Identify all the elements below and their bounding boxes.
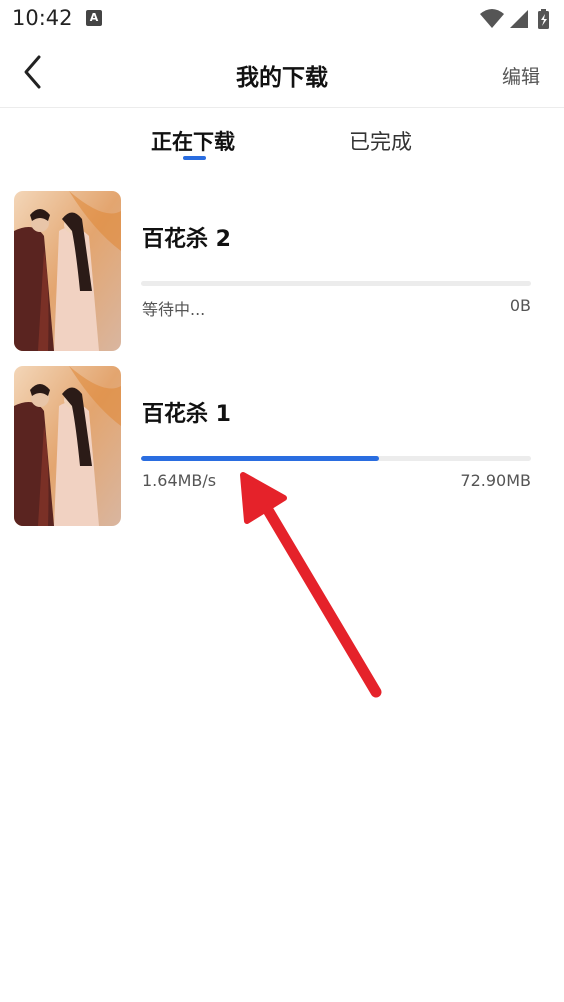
download-progress-bar [141, 456, 531, 461]
status-bar: 10:42 A [0, 0, 564, 38]
tab-completed[interactable]: 已完成 [349, 126, 412, 156]
download-size: 72.90MB [460, 471, 531, 490]
battery-icon [538, 9, 549, 29]
tab-downloading[interactable]: 正在下载 [151, 126, 235, 156]
page-title: 我的下载 [236, 65, 328, 91]
download-speed: 1.64MB/s [142, 471, 217, 490]
status-time: 10:42 [12, 6, 73, 30]
poster-image [14, 366, 121, 526]
download-size: 0B [509, 296, 531, 315]
poster-image [14, 191, 121, 351]
tab-active-indicator [183, 156, 206, 160]
header: 我的下载 编辑 [0, 38, 564, 108]
download-progress-bar [141, 281, 531, 286]
wifi-icon [480, 9, 504, 28]
edit-button[interactable]: 编辑 [502, 62, 540, 89]
download-item[interactable] [0, 191, 564, 351]
download-title: 百花杀 2 [142, 227, 231, 252]
download-status: 等待中... [142, 300, 206, 319]
download-item[interactable] [0, 366, 564, 526]
notification-a-icon: A [86, 10, 102, 26]
progress-fill [141, 456, 379, 461]
download-title: 百花杀 1 [142, 402, 231, 427]
signal-icon [510, 10, 528, 28]
status-icons [478, 8, 554, 30]
